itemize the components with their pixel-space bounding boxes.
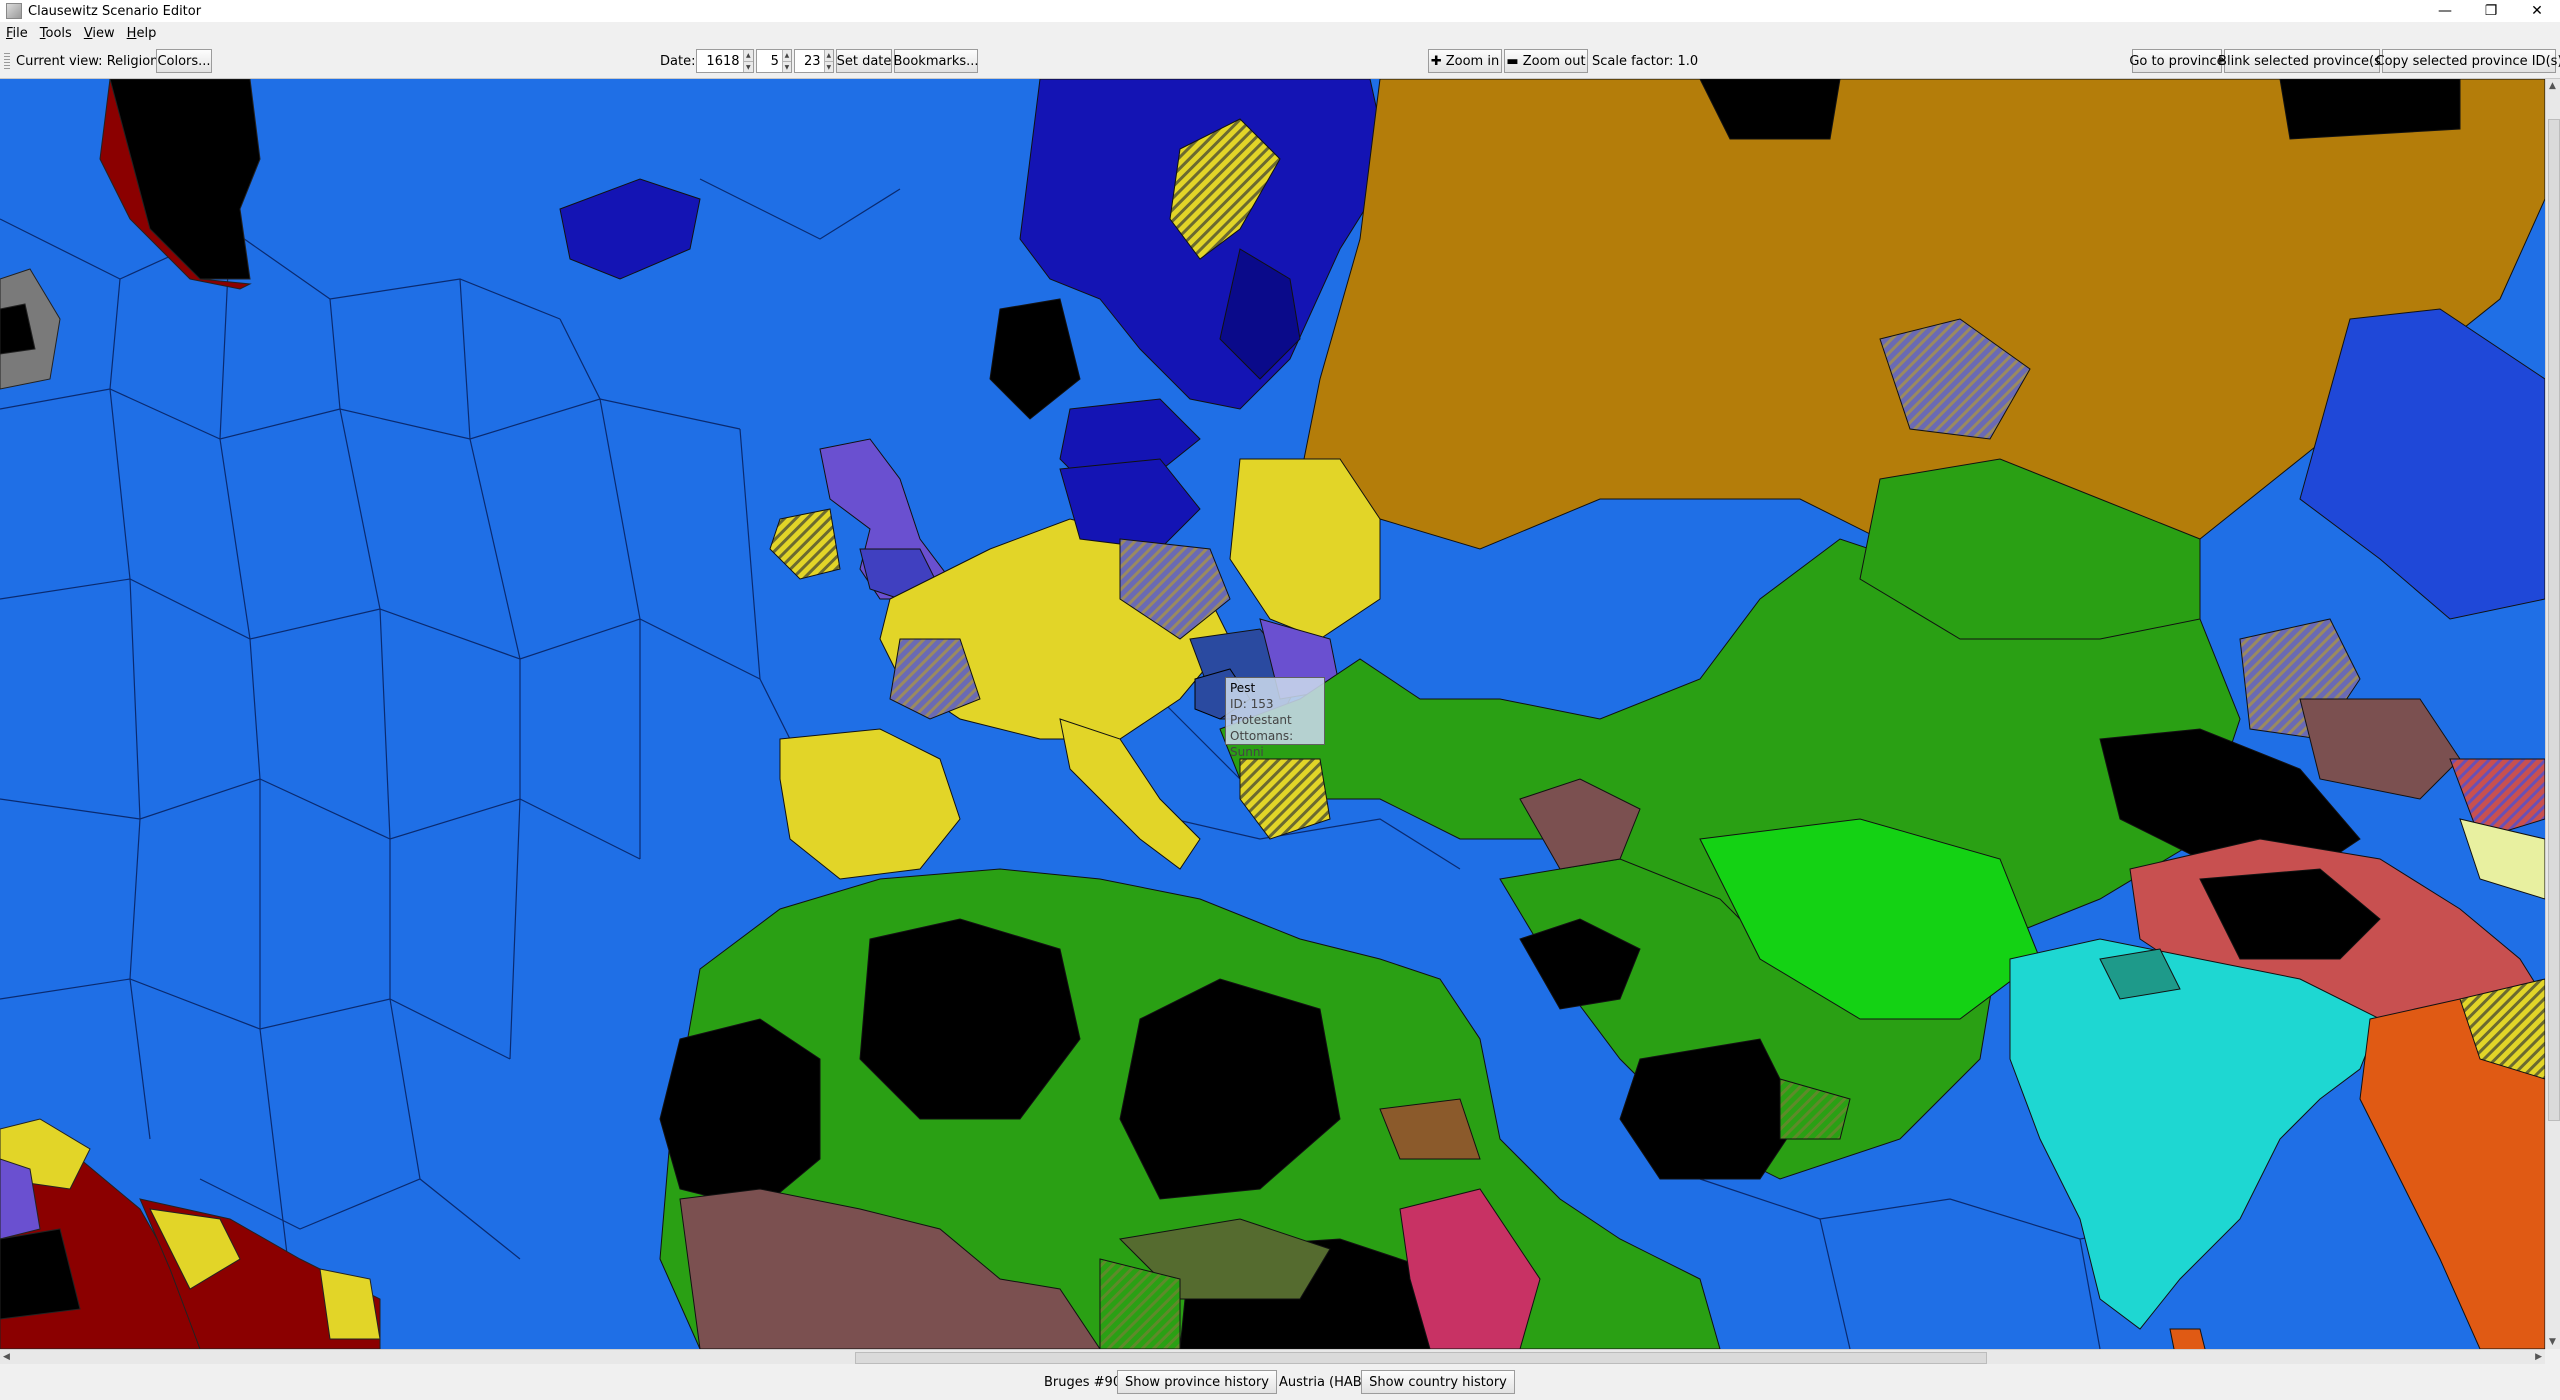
tooltip-religion: Protestant bbox=[1230, 713, 1292, 727]
blink-provinces-button[interactable]: Blink selected province(s) bbox=[2218, 49, 2386, 73]
bookmarks-button[interactable]: Bookmarks... bbox=[893, 49, 979, 73]
title-bar: Clausewitz Scenario Editor — ❐ ✕ bbox=[0, 0, 2560, 22]
british-isles-region bbox=[769, 438, 951, 600]
close-icon[interactable]: ✕ bbox=[2514, 0, 2560, 22]
day-spinner[interactable]: ▲▼ bbox=[794, 49, 834, 73]
menu-view[interactable]: View bbox=[78, 26, 121, 41]
current-view: Current view: Religions bbox=[4, 49, 165, 73]
americas-region bbox=[0, 79, 381, 1349]
province-info: Bruges #90 bbox=[1044, 1374, 1122, 1390]
scroll-up-icon[interactable]: ▲ bbox=[2549, 81, 2556, 91]
year-input[interactable] bbox=[697, 50, 743, 72]
day-spin-arrows[interactable]: ▲ ▼ bbox=[823, 50, 833, 72]
tooltip-province-id: ID: 153 bbox=[1230, 697, 1274, 711]
show-country-history-button[interactable]: Show country history bbox=[1361, 1370, 1515, 1394]
province-tooltip: Pest ID: 153 Protestant Ottomans: Sunni bbox=[1225, 677, 1325, 759]
menu-bar: File Tools View Help bbox=[0, 22, 2560, 44]
minus-icon: ▬ bbox=[1506, 53, 1519, 69]
plus-icon: ✚ bbox=[1430, 53, 1442, 69]
goto-province-button[interactable]: Go to province bbox=[2129, 49, 2225, 73]
tooltip-owner: Ottomans: Sunni bbox=[1230, 729, 1294, 759]
scroll-left-icon[interactable]: ◀ bbox=[3, 1352, 10, 1362]
zoom-in-label: Zoom in bbox=[1445, 53, 1500, 69]
india-region bbox=[2009, 938, 2545, 1349]
country-info: Austria (HAB) bbox=[1279, 1374, 1367, 1390]
tooltip-province-name: Pest bbox=[1230, 681, 1256, 695]
vertical-scrollbar[interactable]: ▲ ▼ bbox=[2545, 79, 2560, 1349]
zoom-in-button[interactable]: ✚ Zoom in bbox=[1428, 49, 1502, 73]
app-icon bbox=[6, 3, 22, 19]
vertical-scroll-thumb[interactable] bbox=[2548, 119, 2560, 1121]
scroll-down-icon[interactable]: ▼ bbox=[2549, 1337, 2556, 1347]
scroll-right-icon[interactable]: ▶ bbox=[2535, 1352, 2542, 1362]
toolbar-grip-icon bbox=[4, 53, 10, 69]
menu-tools[interactable]: Tools bbox=[34, 26, 78, 41]
scale-factor: Scale factor: 1.0 bbox=[1592, 53, 1699, 69]
day-input[interactable] bbox=[795, 50, 824, 72]
copy-province-ids-button[interactable]: Copy selected province ID(s) bbox=[2376, 49, 2560, 73]
horizontal-scrollbar[interactable]: ◀ ▶ bbox=[0, 1349, 2545, 1364]
show-province-history-button[interactable]: Show province history bbox=[1117, 1370, 1277, 1394]
set-date-button[interactable]: Set date bbox=[836, 49, 892, 73]
month-spinner[interactable]: ▲▼ bbox=[756, 49, 792, 73]
window-title: Clausewitz Scenario Editor bbox=[28, 3, 202, 19]
menu-help[interactable]: Help bbox=[121, 26, 163, 41]
colors-button[interactable]: Colors... bbox=[156, 49, 212, 73]
month-input[interactable] bbox=[757, 50, 782, 72]
month-spin-arrows[interactable]: ▲ ▼ bbox=[781, 50, 791, 72]
year-spin-arrows[interactable]: ▲ ▼ bbox=[742, 50, 753, 72]
year-spinner[interactable]: ▲▼ bbox=[696, 49, 754, 73]
restore-icon[interactable]: ❐ bbox=[2468, 0, 2514, 22]
menu-file[interactable]: File bbox=[0, 26, 34, 41]
date-label: Date: bbox=[660, 53, 696, 69]
zoom-out-label: Zoom out bbox=[1522, 53, 1586, 69]
toolbar: Current view: Religions Colors... Date: … bbox=[0, 44, 2560, 79]
status-bar: Bruges #90 Show province history Austria… bbox=[0, 1364, 2560, 1400]
map-canvas[interactable]: Pest ID: 153 Protestant Ottomans: Sunni bbox=[0, 79, 2545, 1349]
current-view-label: Current view: Religions bbox=[16, 53, 166, 69]
minimize-icon[interactable]: — bbox=[2422, 0, 2468, 22]
scandinavia-region bbox=[559, 79, 1391, 490]
zoom-out-button[interactable]: ▬ Zoom out bbox=[1504, 49, 1588, 73]
horizontal-scroll-thumb[interactable] bbox=[855, 1352, 1987, 1364]
